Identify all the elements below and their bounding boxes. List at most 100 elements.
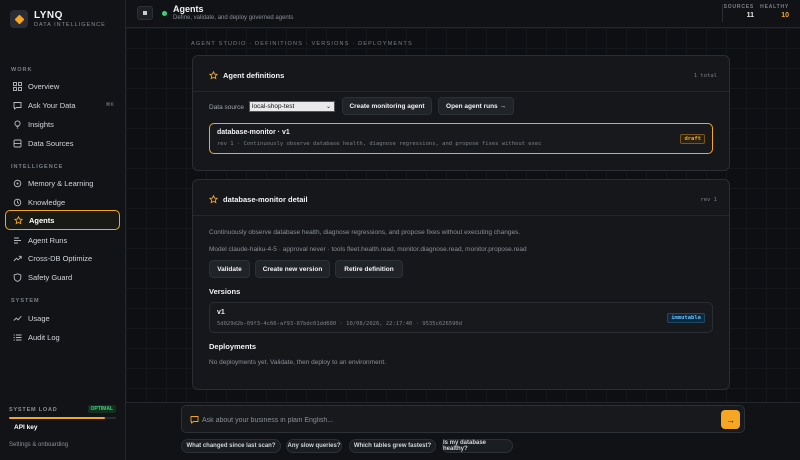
system-load: SYSTEM LOAD OPTIMAL bbox=[9, 405, 116, 419]
detail-rev: rev 1 bbox=[700, 197, 717, 203]
brand-name: LYNQ bbox=[34, 10, 63, 21]
sidebar-item-label: Agent Runs bbox=[28, 235, 68, 245]
open-agent-runs-button[interactable]: Open agent runs → bbox=[438, 97, 514, 115]
sidebar-item-audit-log[interactable]: Audit Log bbox=[5, 327, 120, 347]
knowledge-icon bbox=[12, 197, 22, 207]
sidebar-item-label: Ask Your Data bbox=[28, 100, 76, 110]
stat-value: 10 bbox=[781, 12, 789, 19]
sidebar-item-overview[interactable]: Overview bbox=[5, 76, 120, 96]
definition-name: database-monitor · v1 bbox=[217, 129, 290, 136]
sidebar-item-cross-db-optimize[interactable]: Cross-DB Optimize bbox=[5, 248, 120, 268]
system-load-bar bbox=[9, 417, 116, 419]
main-content: AGENT STUDIO · DEFINITIONS · VERSIONS · … bbox=[126, 28, 800, 402]
chat-icon bbox=[190, 415, 199, 426]
sidebar-item-knowledge[interactable]: Knowledge bbox=[5, 192, 120, 212]
sidebar-item-data-sources[interactable]: Data Sources bbox=[5, 133, 120, 153]
deployments-note: No deployments yet. Validate, then deplo… bbox=[209, 359, 386, 366]
card-title: database-monitor detail bbox=[209, 195, 308, 204]
system-load-fill bbox=[9, 417, 106, 419]
star-icon bbox=[209, 195, 218, 204]
bulb-icon bbox=[12, 119, 22, 129]
data-source-select[interactable]: local-shop-test ⌄ bbox=[249, 101, 335, 112]
divider bbox=[193, 215, 729, 216]
brand[interactable]: LYNQ DATA INTELLIGENCE bbox=[10, 10, 106, 28]
create-monitoring-agent-button[interactable]: Create monitoring agent bbox=[342, 97, 432, 115]
sidebar-item-label: Safety Guard bbox=[28, 272, 73, 282]
ask-box: → bbox=[181, 405, 745, 433]
definitions-count: 1 total bbox=[693, 73, 717, 79]
shield-icon bbox=[12, 272, 22, 282]
sidebar-item-label: Data Sources bbox=[28, 138, 74, 148]
versions-heading: Versions bbox=[209, 287, 241, 296]
section-intelligence: INTELLIGENCE bbox=[11, 164, 64, 170]
sidebar-item-label: Memory & Learning bbox=[28, 178, 94, 188]
validate-button[interactable]: Validate bbox=[209, 260, 250, 278]
arrow-right-icon: → bbox=[726, 414, 735, 425]
sidebar-item-label: Usage bbox=[28, 313, 50, 323]
database-icon bbox=[12, 138, 22, 148]
usage-icon bbox=[12, 313, 22, 323]
breadcrumb: AGENT STUDIO · DEFINITIONS · VERSIONS · … bbox=[191, 41, 413, 47]
list-icon bbox=[12, 332, 22, 342]
status-dot bbox=[162, 11, 167, 16]
suggestion-chip[interactable]: Which tables grew fastest? bbox=[349, 439, 436, 453]
sidebar-item-memory-learning[interactable]: Memory & Learning bbox=[5, 173, 120, 193]
detail-description: Continuously observe database health, di… bbox=[209, 229, 521, 236]
sidebar-item-safety-guard[interactable]: Safety Guard bbox=[5, 267, 120, 287]
card-title-text: database-monitor detail bbox=[223, 195, 308, 204]
sidebar-item-agents[interactable]: Agents bbox=[5, 210, 120, 230]
ask-input[interactable] bbox=[202, 413, 702, 427]
divider bbox=[193, 91, 729, 92]
sidebar-item-ask-your-data[interactable]: Ask Your Data ⌘K bbox=[5, 95, 120, 115]
page-title: Agents bbox=[173, 4, 204, 14]
sidebar-item-label: Insights bbox=[28, 119, 54, 129]
api-key-link[interactable]: API key bbox=[14, 424, 38, 431]
version-meta: 5d029d2b-09f3-4c66-af93-87bdc01dd680 · 1… bbox=[217, 321, 463, 327]
brand-subtitle: DATA INTELLIGENCE bbox=[34, 22, 106, 28]
stat-value: 11 bbox=[746, 12, 754, 19]
sidebar-item-label: Overview bbox=[28, 81, 60, 91]
sidebar-item-label: Cross-DB Optimize bbox=[28, 253, 93, 263]
deployments-heading: Deployments bbox=[209, 342, 257, 351]
agent-detail-card: database-monitor detail rev 1 Continuous… bbox=[192, 179, 730, 390]
suggestion-chip[interactable]: Any slow queries? bbox=[286, 439, 342, 453]
settings-onboarding-link[interactable]: Settings & onboarding bbox=[9, 442, 68, 448]
sidebar-item-label: Knowledge bbox=[28, 197, 66, 207]
chevron-down-icon: ⌄ bbox=[325, 104, 331, 110]
version-item[interactable]: v1 5d029d2b-09f3-4c66-af93-87bdc01dd680 … bbox=[209, 302, 713, 333]
send-button[interactable]: → bbox=[721, 410, 740, 429]
chat-icon bbox=[12, 100, 22, 110]
suggestion-chip[interactable]: Is my database healthy? bbox=[442, 439, 513, 453]
sidebar-toggle-button[interactable] bbox=[137, 6, 153, 20]
agent-definition-item[interactable]: database-monitor · v1 rev 1 · Continuous… bbox=[209, 123, 713, 154]
sidebar: LYNQ DATA INTELLIGENCE WORK Overview Ask… bbox=[0, 0, 126, 460]
lynq-logo-icon bbox=[10, 10, 28, 28]
square-icon bbox=[143, 11, 147, 15]
topbar: Agents Define, validate, and deploy gove… bbox=[126, 0, 800, 28]
card-title: Agent definitions bbox=[209, 71, 284, 80]
system-load-status-badge: OPTIMAL bbox=[87, 405, 116, 413]
ask-bar: → What changed since last scan? Any slow… bbox=[126, 402, 800, 460]
retire-definition-button[interactable]: Retire definition bbox=[335, 260, 403, 278]
section-system: SYSTEM bbox=[11, 298, 40, 304]
star-icon bbox=[209, 71, 218, 80]
create-new-version-button[interactable]: Create new version bbox=[255, 260, 330, 278]
version-name: v1 bbox=[217, 309, 225, 316]
sidebar-item-usage[interactable]: Usage bbox=[5, 308, 120, 328]
section-work: WORK bbox=[11, 67, 33, 73]
stat-healthy: HEALTHY 10 bbox=[760, 4, 789, 19]
stat-label: HEALTHY bbox=[760, 4, 789, 10]
shortcut-badge: ⌘K bbox=[105, 102, 114, 108]
definition-description: rev 1 · Continuously observe database he… bbox=[217, 141, 542, 147]
immutable-badge: immutable bbox=[667, 313, 705, 323]
runs-icon bbox=[12, 235, 22, 245]
card-title-text: Agent definitions bbox=[223, 71, 285, 80]
draft-badge: draft bbox=[680, 134, 705, 144]
sidebar-item-agent-runs[interactable]: Agent Runs bbox=[5, 230, 120, 250]
trend-icon bbox=[12, 253, 22, 263]
data-source-value: local-shop-test bbox=[252, 103, 295, 110]
suggestion-chip[interactable]: What changed since last scan? bbox=[181, 439, 281, 453]
sidebar-item-label: Agents bbox=[29, 215, 55, 225]
sidebar-item-insights[interactable]: Insights bbox=[5, 114, 120, 134]
stat-label: SOURCES bbox=[723, 4, 754, 10]
